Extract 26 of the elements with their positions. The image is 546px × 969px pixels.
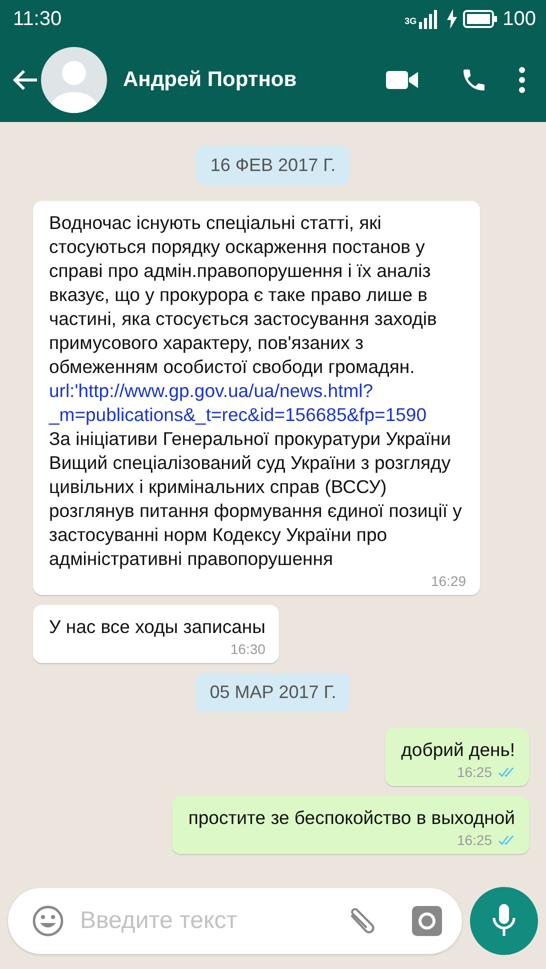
network-type: 3G xyxy=(404,16,417,26)
contact-name[interactable]: Андрей Портнов xyxy=(123,68,386,92)
more-options-icon[interactable] xyxy=(518,67,526,93)
back-icon[interactable] xyxy=(12,69,38,91)
charging-icon xyxy=(446,9,457,29)
message-text: Водночас існують спеціальні статті, які стосуються порядку оскарження постанов у справі про адмін.правопорушення і їх аналіз вказує, що у прокурора є таке право лише в частині, яка стосується застосування заходів примусового характеру, пов'язаних з обмеженням особистої свободи громадян. xyxy=(49,211,438,379)
camera-icon[interactable] xyxy=(412,906,442,936)
message-field[interactable]: Введите текст xyxy=(8,888,462,954)
message-input-field[interactable]: Введите текст xyxy=(78,906,332,936)
status-time: 11:30 xyxy=(13,8,62,30)
message-text: У нас все ходы записаны xyxy=(49,615,266,639)
message-text: простите зе беспокойство в выходной xyxy=(188,806,515,830)
video-call-icon[interactable] xyxy=(386,69,418,91)
battery-level: 100 xyxy=(502,8,536,30)
message-time: 16:25 xyxy=(456,832,492,848)
date-chip: 16 ФЕВ 2017 Г. xyxy=(196,146,350,185)
message-time: 16:30 xyxy=(230,641,266,657)
emoji-icon[interactable] xyxy=(32,905,64,937)
microphone-icon xyxy=(492,903,516,939)
message-time: 16:25 xyxy=(456,764,492,780)
battery-icon xyxy=(462,10,497,28)
message-text: За ініціативи Генеральної прокуратури України Вищий спеціалізований суд України з розгляду цивільних і кримінальних справ (ВССУ) розглянув питання формування єдиної позиції у застосуванні норм Кодексу України про адміністративні правопорушення xyxy=(49,427,463,571)
message-link[interactable]: url:'http://www.gp.gov.ua/ua/news.html?_m=publications&_t=rec&id=156685&fp=1590 xyxy=(49,379,466,427)
date-chip: 05 МАР 2017 Г. xyxy=(196,673,350,712)
message-text: добрий день! xyxy=(401,738,515,762)
message-time: 16:29 xyxy=(430,573,466,589)
